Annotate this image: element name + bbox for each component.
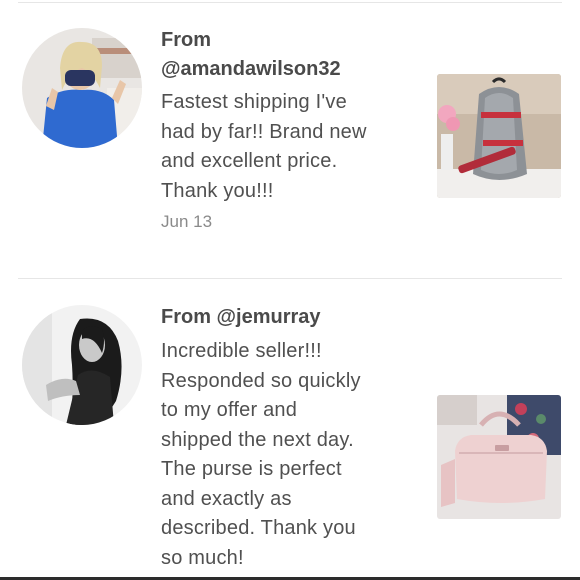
review-line: and excellent price. (161, 150, 338, 172)
product-photo (437, 395, 561, 519)
review-line: Fastest shipping I've (161, 91, 347, 113)
from-label: From (161, 29, 211, 51)
product-photo (437, 74, 561, 198)
divider (18, 278, 562, 279)
product-thumbnail[interactable] (437, 395, 561, 519)
review-date: Jun 13 (161, 212, 213, 231)
review-line: described. Thank you (161, 517, 356, 539)
review-text-block: From @amandawilson32 Fastest shipping I'… (161, 26, 416, 232)
avatar-photo (22, 28, 142, 148)
review-from: From @amandawilson32 (161, 26, 416, 84)
review-from: From @jemurray (161, 303, 416, 332)
reviewer-avatar[interactable] (22, 28, 142, 148)
review-line: The purse is perfect (161, 458, 342, 480)
review-line: to my offer and (161, 399, 298, 421)
review-line: and exactly as (161, 487, 292, 510)
review-body: Fastest shipping I've had by far!! Brand… (161, 88, 416, 206)
reviewer-username[interactable]: @amandawilson32 (161, 58, 341, 80)
reviewer-avatar[interactable] (22, 305, 142, 425)
reviewer-from-line[interactable]: From @jemurray (161, 306, 321, 328)
reviews-page: From @amandawilson32 Fastest shipping I'… (0, 0, 580, 580)
review-text-block: From @jemurray Incredible seller!!! Resp… (161, 303, 416, 573)
divider (18, 2, 562, 3)
review-body: Incredible seller!!! Responded so quickl… (161, 337, 416, 573)
review-line: Thank you!!! (161, 179, 274, 202)
product-thumbnail[interactable] (437, 74, 561, 198)
review-line: shipped the next day. (161, 428, 354, 451)
review-line: had by far!! Brand new (161, 120, 367, 143)
review-line: so much! (161, 546, 244, 569)
avatar-photo (22, 305, 142, 425)
review-line: Incredible seller!!! (161, 340, 322, 362)
review-line: Responded so quickly (161, 369, 361, 392)
